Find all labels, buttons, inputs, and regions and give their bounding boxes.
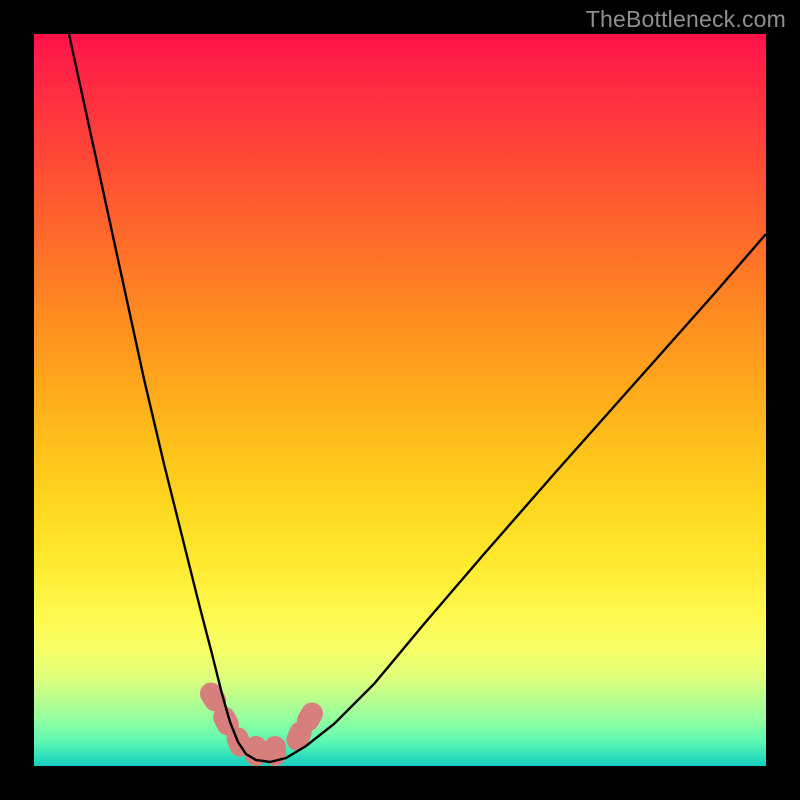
curve-path — [69, 34, 766, 762]
plot-area — [34, 34, 766, 766]
watermark-text: TheBottleneck.com — [586, 6, 786, 33]
chart-frame: TheBottleneck.com — [0, 0, 800, 800]
bottleneck-curve — [34, 34, 766, 766]
